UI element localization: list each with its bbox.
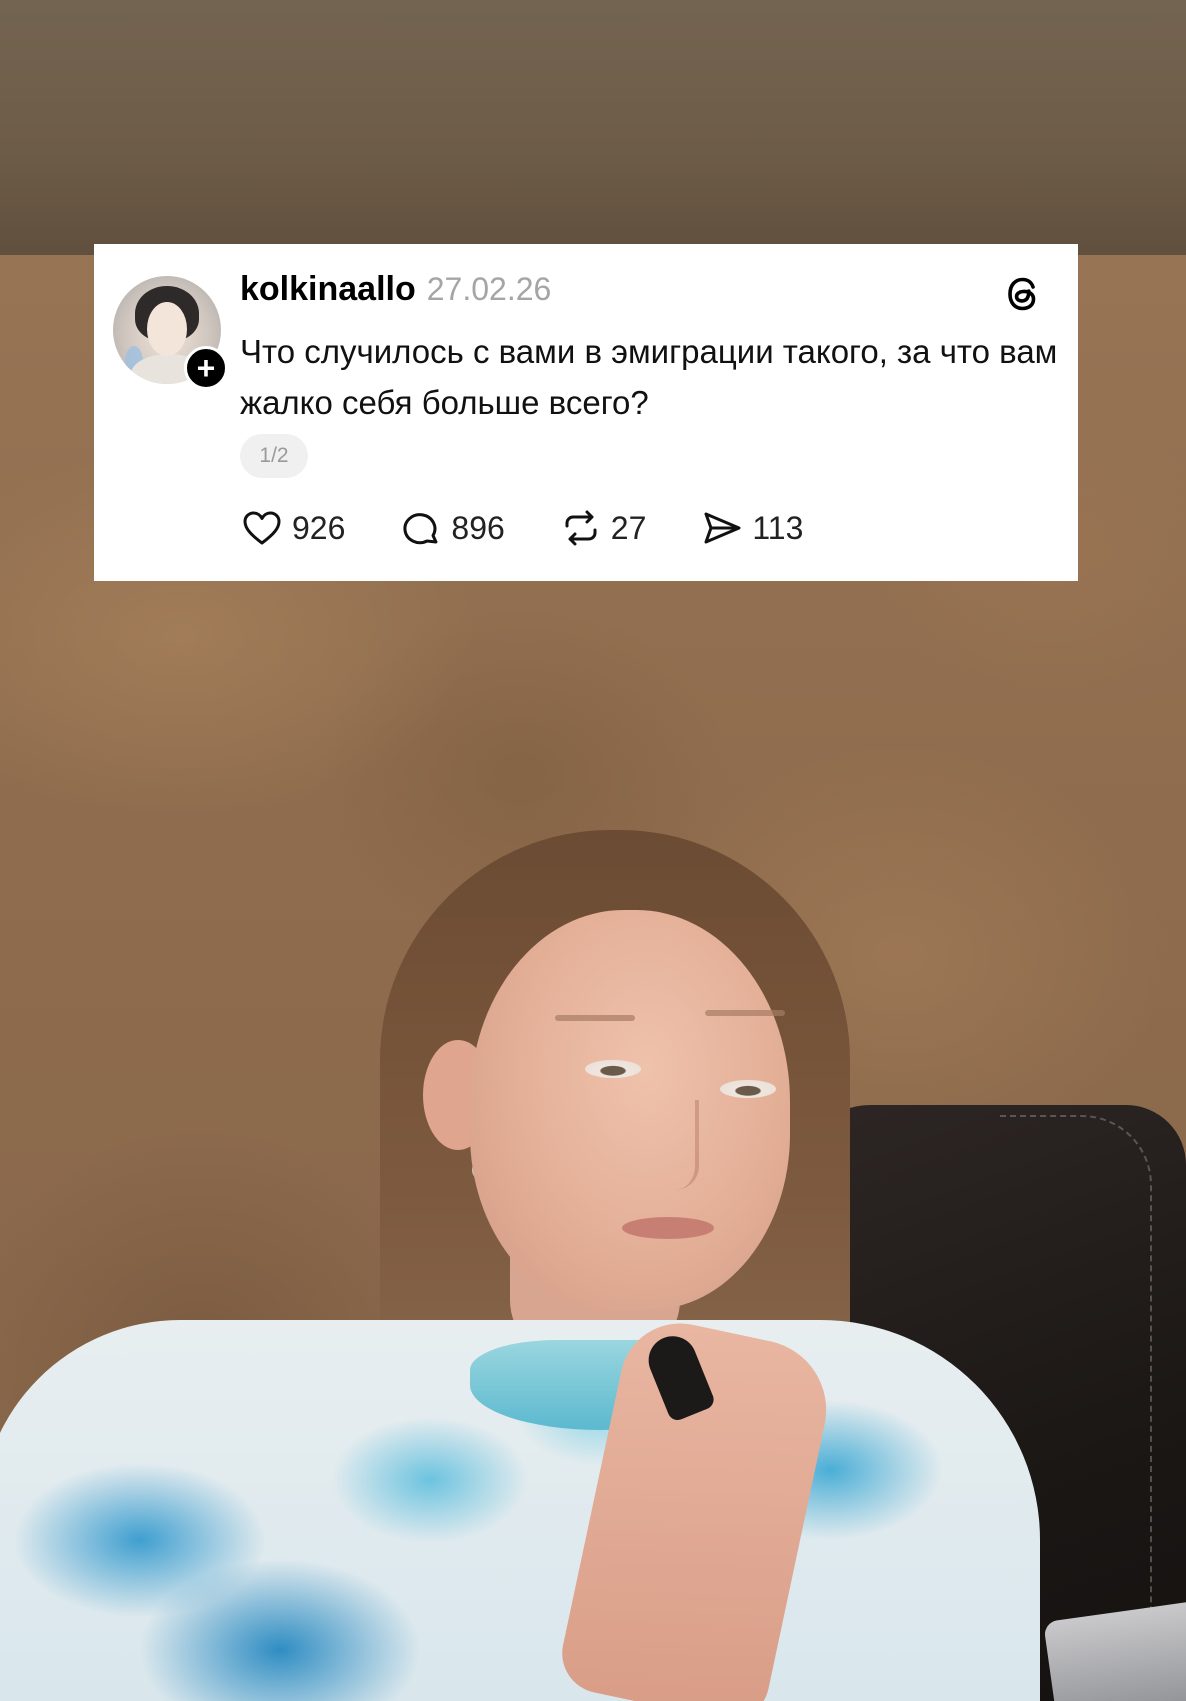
person-face xyxy=(470,910,790,1310)
like-button[interactable]: 926 xyxy=(240,506,345,550)
person-lips xyxy=(622,1217,714,1239)
left-eyebrow xyxy=(555,1015,635,1021)
username[interactable]: kolkinaallo xyxy=(240,270,416,309)
follow-plus-button[interactable]: + xyxy=(184,346,228,390)
share-count: 113 xyxy=(752,509,804,546)
avatar-detail xyxy=(147,302,187,356)
post-actions: 926 896 27 113 xyxy=(240,506,857,550)
repost-count: 27 xyxy=(610,509,647,546)
post-date: 27.02.26 xyxy=(426,271,552,307)
reply-button[interactable]: 896 xyxy=(399,506,505,550)
like-count: 926 xyxy=(292,509,346,546)
share-button[interactable]: 113 xyxy=(700,506,803,550)
person-nose xyxy=(655,1100,699,1190)
post-header: kolkinaallo 27.02.26 xyxy=(240,270,551,309)
right-eye xyxy=(720,1080,776,1098)
right-eyebrow xyxy=(705,1010,785,1016)
post-text: Что случилось с вами в эмиграции такого,… xyxy=(240,333,1058,421)
left-eye xyxy=(585,1060,641,1078)
threads-logo-icon xyxy=(1008,277,1036,311)
repost-button[interactable]: 27 xyxy=(559,506,647,550)
reply-count: 896 xyxy=(451,509,505,546)
heart-icon xyxy=(243,511,281,545)
repost-icon xyxy=(565,510,597,546)
ceiling xyxy=(0,0,1186,275)
share-icon xyxy=(704,512,741,544)
comment-icon xyxy=(403,513,438,545)
threads-post-card[interactable]: + kolkinaallo 27.02.26 Что случилось с в… xyxy=(94,244,1078,581)
page-indicator[interactable]: 1/2 xyxy=(240,434,308,478)
